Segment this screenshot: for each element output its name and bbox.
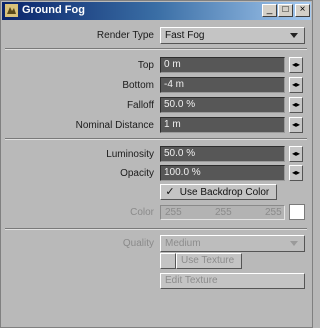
opacity-label: Opacity	[120, 168, 154, 179]
quality-dropdown[interactable]: Medium	[160, 235, 305, 252]
render-type-dropdown[interactable]: Fast Fog	[160, 27, 305, 44]
maximize-button[interactable]: □	[278, 4, 293, 17]
use-texture-button[interactable]: Use Texture	[176, 253, 242, 269]
nominal-distance-field[interactable]: 1 m	[160, 117, 285, 133]
use-texture-checkbox[interactable]	[160, 253, 176, 269]
color-blue-value: 255	[265, 207, 282, 218]
color-green-value: 255	[215, 207, 232, 218]
use-backdrop-color-label: Use Backdrop Color	[179, 187, 270, 198]
top-stepper-icon[interactable]: ◂▸	[289, 57, 303, 73]
luminosity-field[interactable]: 50.0 %	[160, 146, 285, 162]
close-button[interactable]: ×	[295, 4, 310, 17]
ground-fog-window: Ground Fog _ □ × Render Type Fast Fog To…	[0, 0, 313, 328]
falloff-stepper-icon[interactable]: ◂▸	[289, 97, 303, 113]
nominal-distance-stepper-icon[interactable]: ◂▸	[289, 117, 303, 133]
bottom-field[interactable]: -4 m	[160, 77, 285, 93]
chevron-down-icon	[290, 33, 298, 38]
use-backdrop-color-toggle[interactable]: ✓ Use Backdrop Color	[160, 184, 277, 200]
minimize-button[interactable]: _	[262, 4, 277, 17]
quality-label: Quality	[122, 238, 154, 249]
bottom-label: Bottom	[122, 80, 154, 91]
top-field[interactable]: 0 m	[160, 57, 285, 73]
edit-texture-button[interactable]: Edit Texture	[160, 273, 305, 289]
title-bar[interactable]: Ground Fog _ □ ×	[2, 2, 311, 20]
render-type-label: Render Type	[96, 30, 154, 41]
color-swatch[interactable]	[289, 204, 305, 220]
window-title: Ground Fog	[22, 4, 85, 16]
falloff-field[interactable]: 50.0 %	[160, 97, 285, 113]
nominal-distance-label: Nominal Distance	[75, 120, 154, 131]
color-red-value: 255	[165, 207, 182, 218]
render-type-value: Fast Fog	[165, 30, 205, 41]
checkmark-icon: ✓	[165, 186, 175, 198]
quality-value: Medium	[165, 238, 201, 249]
luminosity-label: Luminosity	[106, 149, 154, 160]
section-divider	[5, 138, 307, 140]
falloff-label: Falloff	[126, 100, 154, 111]
color-label: Color	[130, 207, 154, 218]
chevron-down-icon	[290, 241, 298, 246]
luminosity-stepper-icon[interactable]: ◂▸	[289, 146, 303, 162]
top-label: Top	[137, 60, 154, 71]
color-values: 255 255 255	[160, 205, 285, 220]
opacity-stepper-icon[interactable]: ◂▸	[289, 165, 303, 181]
section-divider	[5, 48, 307, 50]
bottom-stepper-icon[interactable]: ◂▸	[289, 77, 303, 93]
fog-app-icon	[5, 4, 18, 17]
section-divider	[5, 228, 307, 230]
opacity-field[interactable]: 100.0 %	[160, 165, 285, 181]
